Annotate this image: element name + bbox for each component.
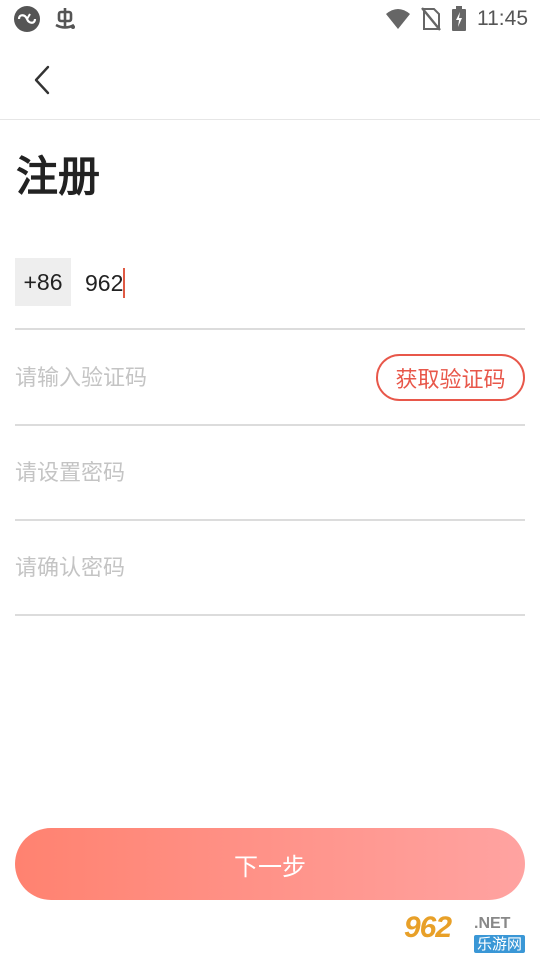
battery-charging-icon <box>452 6 466 31</box>
phone-input[interactable] <box>85 264 385 302</box>
chevron-left-icon <box>34 65 50 95</box>
confirm-password-row <box>15 520 525 616</box>
status-bar: 11:45 <box>0 0 540 38</box>
toolbar <box>0 38 540 120</box>
status-left-icons <box>14 6 78 32</box>
country-code-selector[interactable]: +86 <box>15 258 71 306</box>
back-button[interactable] <box>26 62 58 98</box>
password-input[interactable] <box>15 453 355 493</box>
watermark-number: 962 <box>404 911 452 944</box>
next-button[interactable]: 下一步 <box>15 828 525 900</box>
site-watermark: 962 .NET 乐游网 <box>400 911 536 957</box>
status-time: 11:45 <box>477 7 528 30</box>
app-circle-icon <box>14 6 40 32</box>
watermark-name: 乐游网 <box>474 935 526 953</box>
status-right-icons: 11:45 <box>385 6 528 32</box>
confirm-password-input[interactable] <box>15 548 355 588</box>
bug-icon <box>55 8 75 29</box>
text-caret <box>123 268 125 298</box>
verification-code-row: 获取验证码 <box>15 330 525 426</box>
get-code-button[interactable]: 获取验证码 <box>376 354 525 401</box>
wifi-icon <box>386 9 410 29</box>
watermark-domain: .NET <box>474 915 511 932</box>
phone-row: +86 <box>15 234 525 330</box>
no-sim-icon <box>421 7 441 31</box>
page-title: 注册 <box>16 152 101 201</box>
verification-code-input[interactable] <box>15 358 355 398</box>
password-row <box>15 425 525 521</box>
